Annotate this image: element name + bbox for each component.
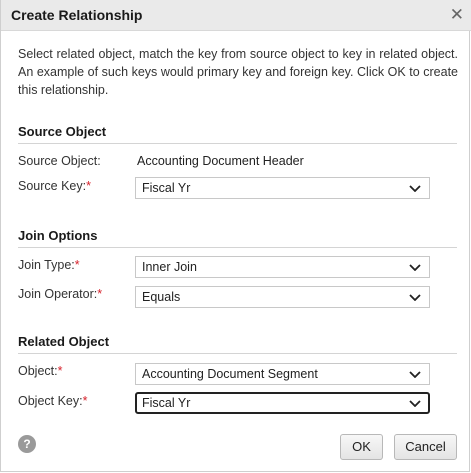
source-key-label: Source Key:* — [18, 179, 91, 193]
source-divider — [18, 143, 457, 144]
required-marker: * — [74, 258, 80, 272]
related-object-select[interactable]: Accounting Document Segment — [135, 363, 430, 385]
close-icon[interactable]: ✕ — [450, 5, 464, 25]
dialog-title: Create Relationship — [11, 7, 143, 23]
related-divider — [18, 353, 457, 354]
chevron-down-icon — [409, 294, 421, 301]
join-operator-select[interactable]: Equals — [135, 286, 430, 308]
required-marker: * — [97, 287, 103, 301]
join-type-label-text: Join Type: — [18, 258, 75, 272]
chevron-down-icon — [409, 264, 421, 271]
ok-button[interactable]: OK — [340, 434, 383, 460]
required-marker: * — [82, 394, 88, 408]
join-operator-label-text: Join Operator: — [18, 287, 98, 301]
object-key-selected-value: Fiscal Yr — [142, 396, 191, 410]
join-type-label: Join Type:* — [18, 258, 80, 272]
create-relationship-dialog: Create Relationship ✕ Select related obj… — [0, 0, 471, 472]
required-marker: * — [86, 179, 91, 193]
join-type-select[interactable]: Inner Join — [135, 256, 430, 278]
related-object-selected-value: Accounting Document Segment — [142, 367, 318, 381]
source-object-value: Accounting Document Header — [137, 154, 304, 168]
join-divider — [18, 247, 457, 248]
chevron-down-icon — [409, 371, 421, 378]
join-options-heading: Join Options — [18, 228, 98, 243]
dialog-title-bar: Create Relationship ✕ — [1, 0, 471, 31]
join-type-selected-value: Inner Join — [142, 260, 197, 274]
dialog-description: Select related object, match the key fro… — [18, 47, 458, 97]
source-object-heading: Source Object — [18, 124, 107, 139]
help-icon[interactable]: ? — [18, 435, 36, 453]
source-key-select[interactable]: Fiscal Yr — [135, 177, 430, 199]
source-object-label: Source Object: — [18, 154, 101, 168]
source-key-label-text: Source Key: — [18, 179, 87, 193]
required-marker: * — [57, 364, 63, 378]
object-key-select[interactable]: Fiscal Yr — [135, 392, 430, 414]
chevron-down-icon — [409, 400, 421, 407]
object-key-label-text: Object Key: — [18, 394, 83, 408]
related-object-heading: Related Object — [18, 334, 110, 349]
chevron-down-icon — [409, 185, 421, 192]
cancel-button[interactable]: Cancel — [394, 434, 457, 460]
source-key-selected-value: Fiscal Yr — [142, 181, 191, 195]
related-object-label: Object:* — [18, 364, 62, 378]
object-key-label: Object Key:* — [18, 394, 88, 408]
join-operator-label: Join Operator:* — [18, 287, 102, 301]
join-operator-selected-value: Equals — [142, 290, 181, 304]
related-object-label-text: Object: — [18, 364, 58, 378]
